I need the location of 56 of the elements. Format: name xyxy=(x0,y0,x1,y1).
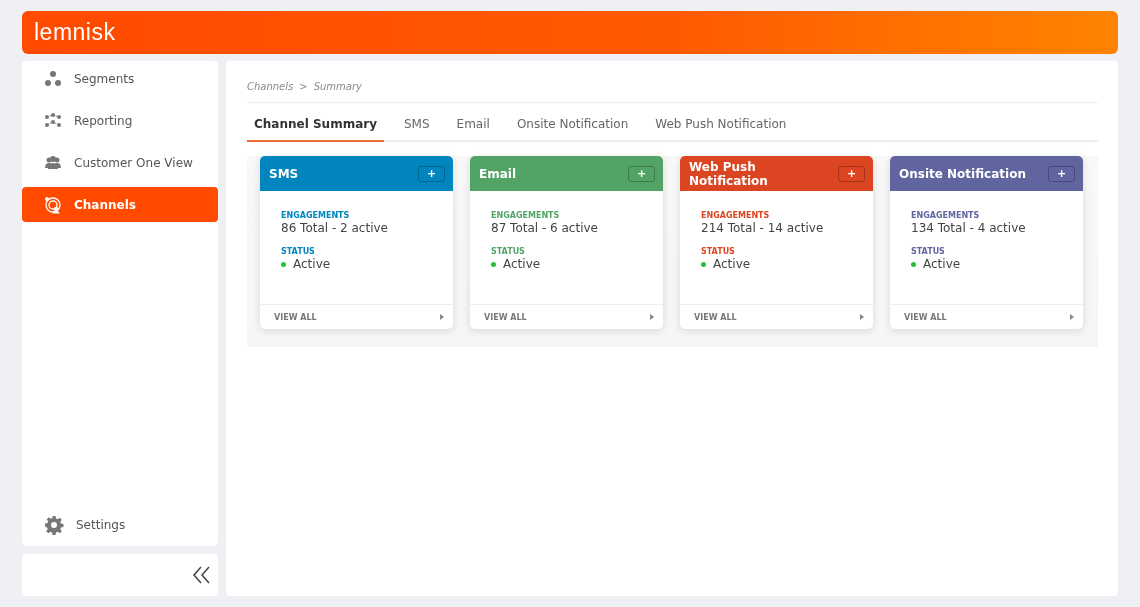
sidebar-item[interactable]: Reporting xyxy=(22,103,218,138)
engagements-value: 134 Total - 4 active xyxy=(911,221,1027,235)
view-all-link[interactable]: VIEW ALL xyxy=(694,312,737,322)
view-all-link[interactable]: VIEW ALL xyxy=(274,312,317,322)
sidebar-item[interactable]: Customer One View xyxy=(22,145,218,180)
engagements-value: 214 Total - 14 active xyxy=(701,221,825,235)
sidebar-item[interactable]: Segments xyxy=(22,61,218,96)
add-button[interactable]: + xyxy=(838,165,865,182)
status-dot xyxy=(911,261,916,267)
status-label: STATUS xyxy=(701,247,736,256)
status-label: STATUS xyxy=(281,247,316,256)
sidebar-item[interactable]: Channels xyxy=(22,187,218,222)
status-value: Active xyxy=(713,257,751,271)
status-value: Active xyxy=(503,257,541,271)
card-title: Onsite Notification xyxy=(899,166,1026,181)
collapse-icon[interactable] xyxy=(192,565,212,585)
target-icon xyxy=(44,195,62,214)
settings-icon xyxy=(44,515,64,535)
tab[interactable]: Onsite Notification xyxy=(509,113,636,142)
view-all-link[interactable]: VIEW ALL xyxy=(484,312,527,322)
tab[interactable]: Email xyxy=(449,113,497,142)
status-dot xyxy=(281,261,286,267)
segments-icon xyxy=(44,69,62,88)
engagements-label: ENGAGEMENTS xyxy=(491,211,561,220)
status-value: Active xyxy=(923,257,961,271)
network-icon xyxy=(44,111,62,130)
logo: lemnisk xyxy=(34,19,116,46)
add-button[interactable]: + xyxy=(1048,165,1075,182)
engagements-value: 86 Total - 2 active xyxy=(281,221,389,235)
settings-item[interactable]: Settings xyxy=(22,504,218,546)
caret-icon[interactable] xyxy=(1070,314,1074,320)
tab[interactable]: Web Push Notification xyxy=(648,113,794,142)
status-dot xyxy=(491,261,496,267)
engagements-label: ENGAGEMENTS xyxy=(911,211,981,220)
status-value: Active xyxy=(293,257,331,271)
caret-icon[interactable] xyxy=(440,314,444,320)
card-title: Web Push Notification xyxy=(689,159,769,188)
add-button[interactable]: + xyxy=(628,165,655,182)
tab[interactable]: SMS xyxy=(397,113,437,142)
tab[interactable]: Channel Summary xyxy=(247,113,384,142)
engagements-label: ENGAGEMENTS xyxy=(281,211,351,220)
card-title: SMS xyxy=(269,166,299,181)
status-dot xyxy=(701,261,706,267)
engagements-label: ENGAGEMENTS xyxy=(701,211,771,220)
caret-icon[interactable] xyxy=(860,314,864,320)
people-icon xyxy=(44,153,62,172)
view-all-link[interactable]: VIEW ALL xyxy=(904,312,947,322)
breadcrumb-separator: > xyxy=(299,81,308,92)
engagements-value: 87 Total - 6 active xyxy=(491,221,599,235)
card-title: Email xyxy=(479,166,517,181)
caret-icon[interactable] xyxy=(650,314,654,320)
status-label: STATUS xyxy=(911,247,946,256)
breadcrumb-item[interactable]: Channels xyxy=(247,81,294,92)
add-button[interactable]: + xyxy=(418,165,445,182)
breadcrumb-item: Summary xyxy=(313,81,362,92)
status-label: STATUS xyxy=(491,247,526,256)
